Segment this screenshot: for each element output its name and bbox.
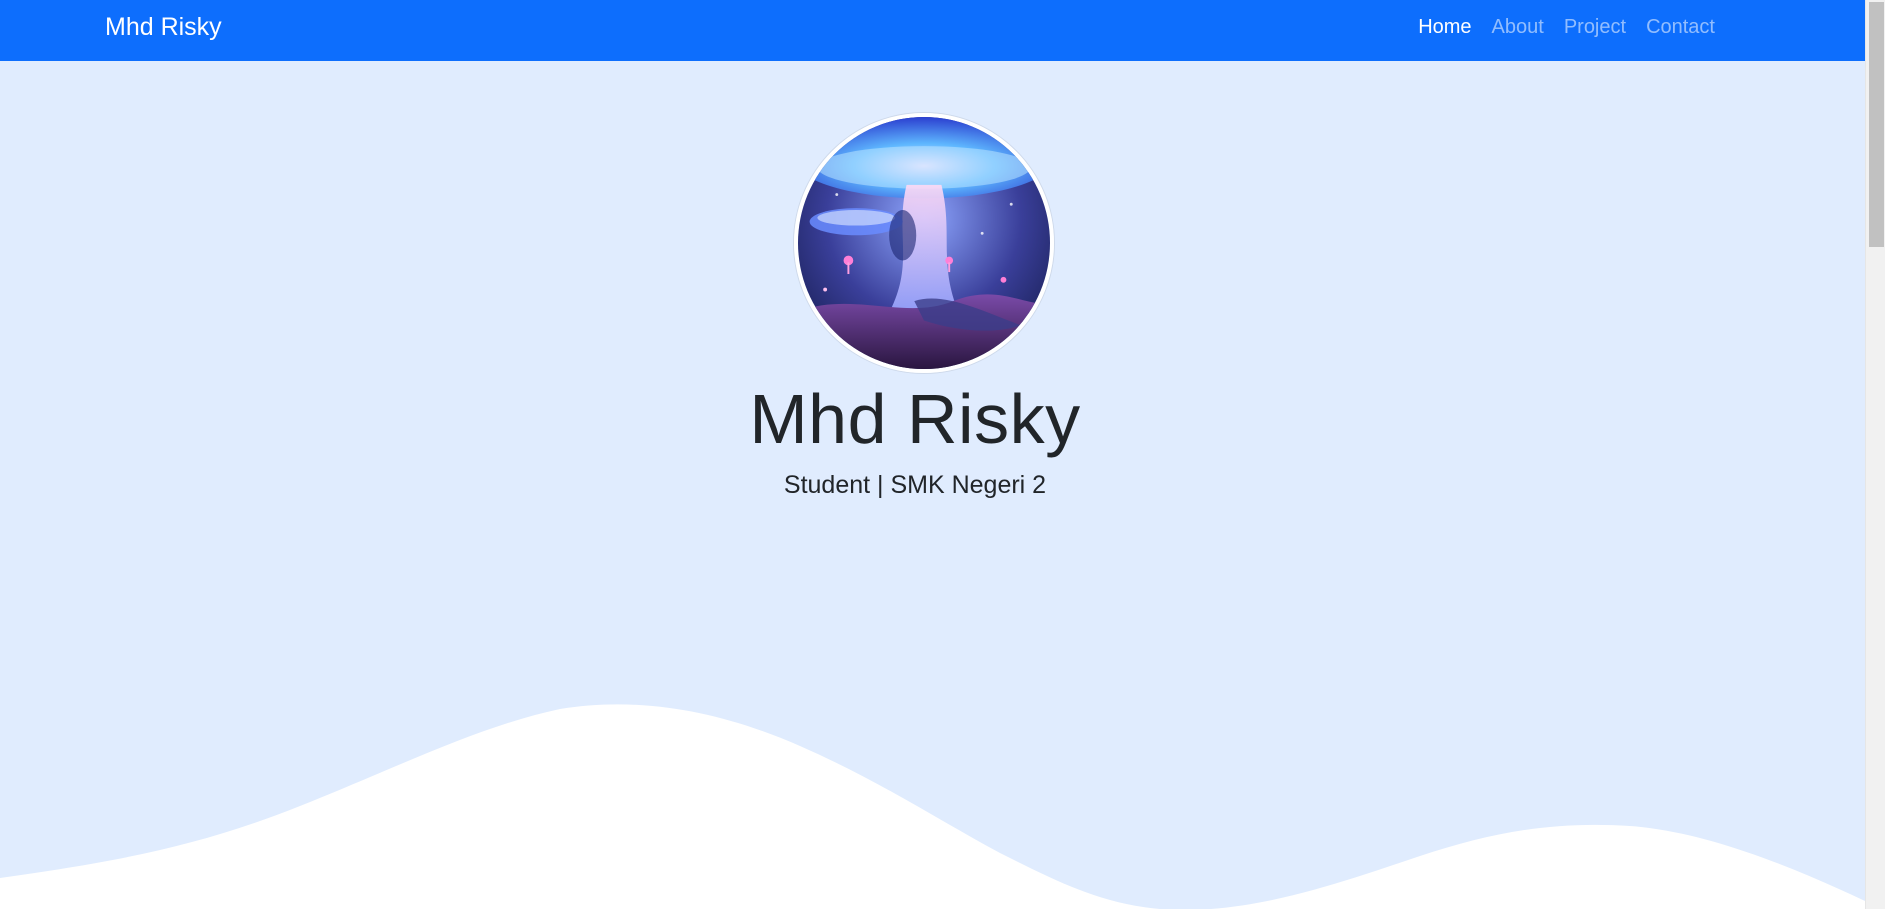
nav-link-project[interactable]: Project bbox=[1564, 16, 1626, 38]
wave-divider bbox=[0, 704, 1865, 909]
navbar: Mhd Risky Home About Project Contact bbox=[0, 0, 1865, 61]
nav-menu: Home About Project Contact bbox=[1418, 14, 1715, 40]
page: Mhd Risky Home About Project Contact Mhd… bbox=[0, 0, 1885, 909]
nav-link-contact[interactable]: Contact bbox=[1646, 16, 1715, 38]
fantasy-mushroom-image bbox=[798, 117, 1050, 369]
navbar-brand[interactable]: Mhd Risky bbox=[105, 12, 222, 42]
nav-link-about[interactable]: About bbox=[1492, 16, 1544, 38]
nav-item-home: Home bbox=[1418, 14, 1471, 40]
viewport: Mhd Risky Home About Project Contact Mhd… bbox=[0, 0, 1865, 909]
nav-item-contact: Contact bbox=[1646, 14, 1715, 40]
scrollbar-thumb[interactable] bbox=[1869, 2, 1884, 247]
hero-title: Mhd Risky bbox=[749, 380, 1081, 458]
vertical-scrollbar[interactable] bbox=[1865, 0, 1885, 909]
jumbotron: Mhd Risky Student | SMK Negeri 2 bbox=[0, 61, 1865, 909]
nav-item-project: Project bbox=[1564, 14, 1626, 40]
nav-link-home[interactable]: Home bbox=[1418, 16, 1471, 38]
profile-picture bbox=[794, 113, 1054, 373]
nav-item-about: About bbox=[1492, 14, 1544, 40]
hero-subtitle: Student | SMK Negeri 2 bbox=[783, 471, 1047, 499]
